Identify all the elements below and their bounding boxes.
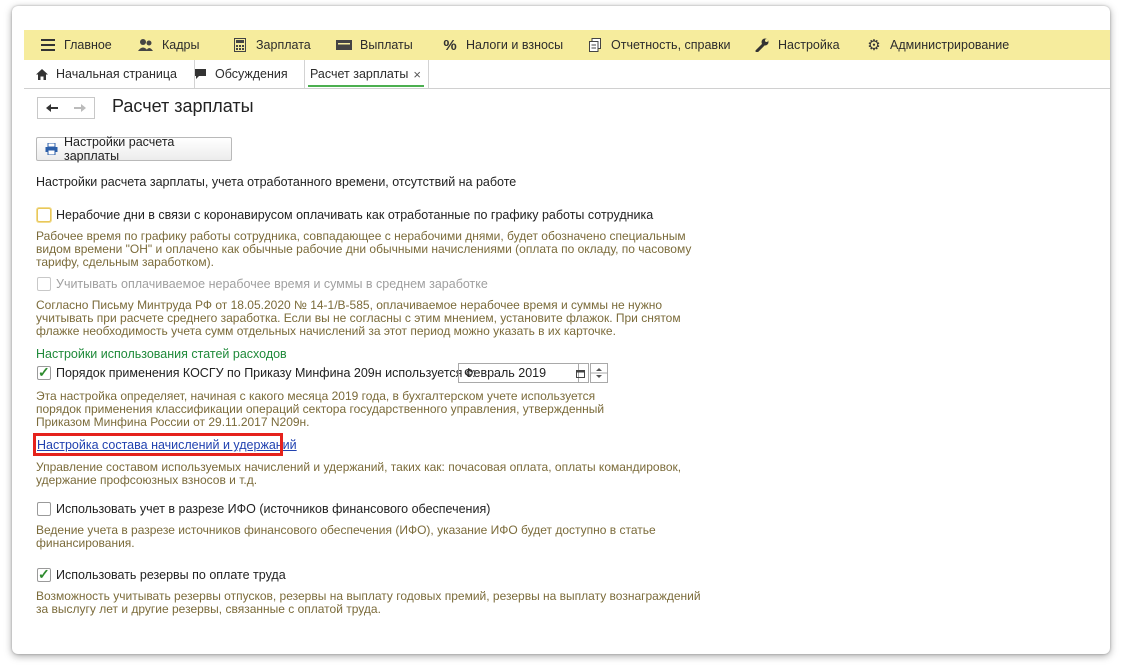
arrow-left-icon <box>46 104 58 112</box>
option5-desc-line2: за выслугу лет и другие резервы, связанн… <box>36 602 381 616</box>
chat-icon <box>194 68 207 80</box>
gear-icon: ⚙ <box>867 37 881 54</box>
menu-item-label: Налоги и взносы <box>466 38 564 52</box>
payroll-settings-button[interactable]: Настройки расчета зарплаты <box>36 135 232 163</box>
date-spinner[interactable] <box>590 363 608 383</box>
menu-item-label: Кадры <box>162 38 200 52</box>
option4-desc-line2: финансирования. <box>36 536 135 550</box>
tab-bar: Начальная страница Обсуждения Расчет зар… <box>24 60 1110 89</box>
home-icon <box>36 68 48 80</box>
button-label: Настройки расчета зарплаты <box>64 135 175 163</box>
menu-item-label: Выплаты <box>360 38 413 52</box>
option1-desc-line3: тарифу, сдельным заработком). <box>36 255 214 269</box>
section-header: Настройки расчета зарплаты, учета отрабо… <box>36 175 517 189</box>
tab-label: Обсуждения <box>215 67 288 81</box>
kosgu-date-input[interactable]: Февраль 2019 <box>458 363 579 383</box>
menu-item-reports[interactable]: Отчетность, справки <box>587 30 731 60</box>
printer-icon <box>45 143 58 155</box>
reserves-label: Использовать резервы по оплате труда <box>56 568 286 582</box>
tab-label: Начальная страница <box>56 67 177 81</box>
spinner-arrows-icon <box>591 368 607 378</box>
menu-item-staff[interactable]: Кадры <box>138 30 199 60</box>
forward-button[interactable] <box>66 97 95 119</box>
back-button[interactable] <box>37 97 67 119</box>
calculator-icon <box>232 37 248 53</box>
arrow-right-icon <box>74 104 86 112</box>
paid-nonworking-label: Учитывать оплачиваемое нерабочее время и… <box>56 277 488 291</box>
kosgu-checkbox[interactable]: ✓ <box>37 364 51 380</box>
cash-icon <box>336 37 352 53</box>
people-icon <box>138 37 154 53</box>
highlight-box <box>33 433 283 456</box>
documents-icon <box>587 37 603 53</box>
menu-item-label: Зарплата <box>256 38 311 52</box>
menu-item-taxes[interactable]: % Налоги и взносы <box>442 30 563 60</box>
tab-label: Расчет зарплаты <box>310 67 409 81</box>
ifo-label: Использовать учет в разрезе ИФО (источни… <box>56 502 491 516</box>
page-title: Расчет зарплаты <box>112 96 254 116</box>
link-desc-line2: удержание профсоюзных взносов и т.д. <box>36 473 258 487</box>
close-icon[interactable]: × <box>413 67 421 82</box>
menu-item-label: Администрирование <box>890 38 1010 52</box>
tab-discussions[interactable]: Обсуждения <box>182 60 305 88</box>
calendar-button[interactable] <box>572 363 589 383</box>
coronavirus-days-checkbox[interactable] <box>37 208 51 222</box>
ifo-checkbox[interactable] <box>37 502 51 516</box>
checkmark-icon: ✓ <box>38 364 50 380</box>
menu-item-label: Настройка <box>778 38 840 52</box>
calendar-icon <box>575 369 585 378</box>
menu-item-salary[interactable]: Зарплата <box>232 30 311 60</box>
menu-item-admin[interactable]: ⚙ Администрирование <box>866 30 1009 60</box>
option2-desc-line3: флажке необходимость учета сумм отдельны… <box>36 324 616 338</box>
tab-home[interactable]: Начальная страница <box>24 60 195 88</box>
reserves-checkbox[interactable]: ✓ <box>37 566 51 582</box>
menu-item-payments[interactable]: Выплаты <box>336 30 413 60</box>
hamburger-icon <box>40 37 56 53</box>
menu-item-label: Главное <box>64 38 112 52</box>
percent-icon: % <box>443 36 457 54</box>
menu-item-main[interactable]: Главное <box>40 30 112 60</box>
checkmark-icon: ✓ <box>38 566 50 582</box>
main-menu-bar: Главное Кадры Зарплата Выплаты % Налоги … <box>24 30 1110 60</box>
menu-item-setup[interactable]: Настройка <box>754 30 840 60</box>
active-tab-indicator <box>308 85 424 87</box>
expenses-section-header: Настройки использования статей расходов <box>36 347 287 361</box>
tab-payroll[interactable]: Расчет зарплаты × <box>304 60 429 88</box>
option3-desc-line3: Приказом Минфина России от 29.11.2017 N2… <box>36 415 310 429</box>
coronavirus-days-label: Нерабочие дни в связи с коронавирусом оп… <box>56 208 654 222</box>
menu-item-label: Отчетность, справки <box>611 38 731 52</box>
wrench-icon <box>754 37 770 53</box>
paid-nonworking-checkbox[interactable] <box>37 277 51 291</box>
kosgu-label: Порядок применения КОСГУ по Приказу Минф… <box>56 366 476 380</box>
